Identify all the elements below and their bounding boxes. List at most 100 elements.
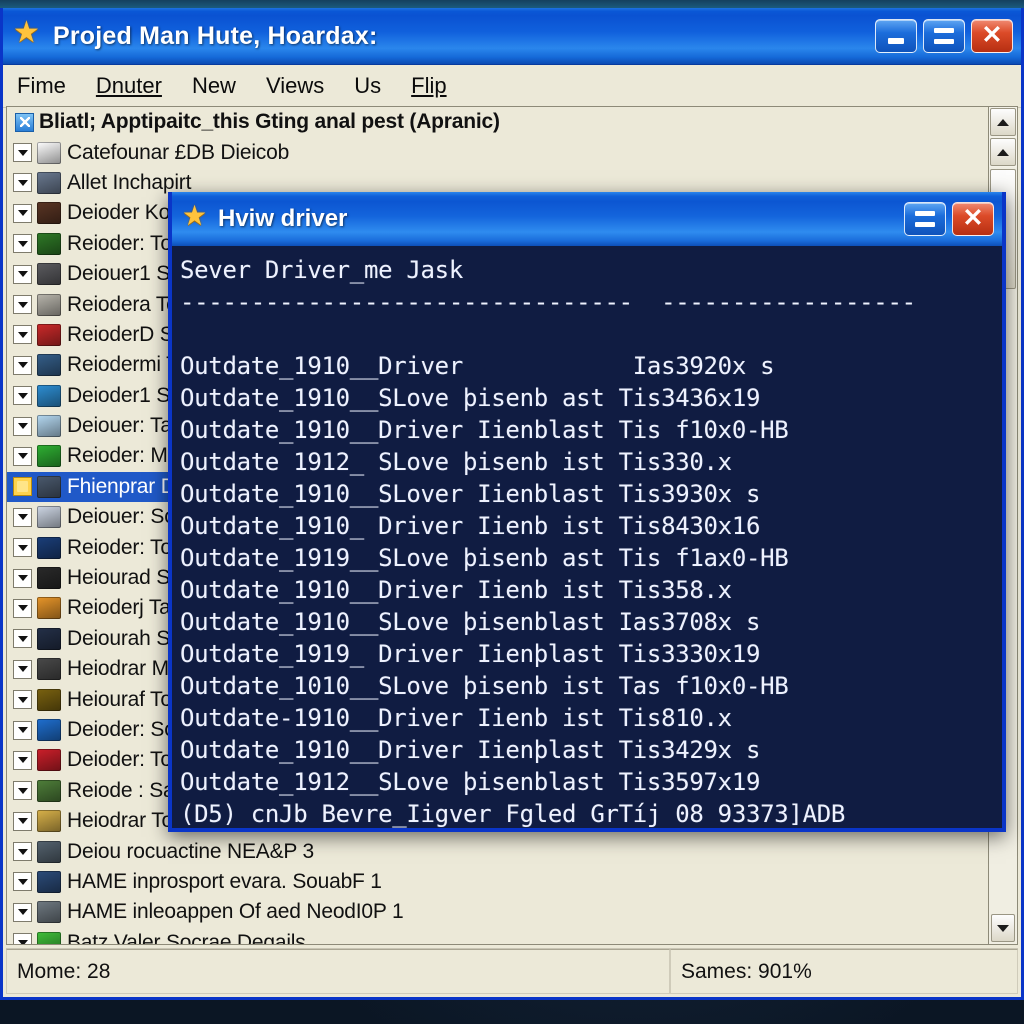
item-icon: [37, 901, 61, 924]
item-icon: [37, 171, 61, 194]
tree-header-row[interactable]: Bliatl; Apptipaitc_this Gting anal pest …: [7, 107, 988, 137]
item-icon: [37, 810, 61, 833]
item-icon: [37, 384, 61, 407]
item-icon: [37, 415, 61, 438]
menu-item-us[interactable]: Us: [354, 73, 381, 99]
list-item-label: HAME inleoappen Of aed NeodI0P 1: [67, 900, 404, 924]
item-icon: [37, 567, 61, 590]
expand-toggle[interactable]: [13, 598, 32, 618]
chevron-up-icon: [997, 148, 1009, 156]
item-icon: [37, 627, 61, 650]
expand-toggle[interactable]: [13, 173, 32, 193]
status-left: Mome: 28: [6, 949, 670, 994]
list-item[interactable]: HAME inleoappen Of aed NeodI0P 1: [7, 897, 988, 927]
status-right: Sames: 901%: [670, 949, 1018, 994]
list-item[interactable]: Batz Valer Socrae Degails: [7, 928, 988, 945]
expand-toggle[interactable]: [13, 295, 32, 315]
close-button[interactable]: ✕: [971, 19, 1013, 53]
expand-toggle[interactable]: [13, 446, 32, 466]
menubar: Fime Dnuter New Views Us Flip: [3, 65, 1021, 108]
expand-toggle[interactable]: [13, 538, 32, 558]
list-item-label: HAME inprosport evara. SouabF 1: [67, 869, 382, 893]
scroll-up-button-2[interactable]: [990, 138, 1016, 166]
menu-item-dnuter[interactable]: Dnuter: [96, 73, 162, 99]
console-line: -------------------------------- -------…: [180, 288, 916, 316]
minimize-icon: [888, 38, 904, 44]
expand-toggle[interactable]: [13, 690, 32, 710]
expand-toggle[interactable]: [13, 203, 32, 223]
scroll-down-button[interactable]: [991, 914, 1015, 942]
expand-toggle[interactable]: [13, 234, 32, 254]
scroll-up-button[interactable]: [990, 108, 1016, 136]
expand-toggle[interactable]: [13, 143, 32, 163]
dialog-close-button[interactable]: ✕: [952, 202, 994, 236]
expand-toggle[interactable]: [13, 781, 32, 801]
item-icon: [37, 141, 61, 164]
main-titlebar[interactable]: ★ Projed Man Hute, Hoardax: ✕: [3, 8, 1021, 65]
expand-toggle[interactable]: [13, 872, 32, 892]
expand-toggle[interactable]: [13, 902, 32, 922]
menu-item-views[interactable]: Views: [266, 73, 324, 99]
star-icon: ★: [13, 16, 40, 49]
expand-toggle[interactable]: [13, 416, 32, 436]
item-icon: [37, 779, 61, 802]
item-icon: [37, 293, 61, 316]
expand-toggle[interactable]: [13, 659, 32, 679]
console-line: Outdate_1910__Driver Iienþlast Tis3429x …: [180, 736, 761, 764]
console-line: Outdate_1910__Driver Iienblast Tis f10x0…: [180, 416, 789, 444]
expand-toggle[interactable]: [13, 507, 32, 527]
item-icon: [37, 354, 61, 377]
console-line: Outdate 1912_ SLove þisenb ist Tis330.x: [180, 448, 732, 476]
item-icon: [37, 749, 61, 772]
restore-icon: [915, 211, 935, 227]
dialog-title: Hviw driver: [218, 205, 348, 232]
item-icon: [37, 445, 61, 468]
dialog-titlebar[interactable]: ★ Hviw driver ✕: [172, 192, 1002, 247]
checkbox[interactable]: [15, 112, 34, 132]
item-icon: [37, 658, 61, 681]
item-icon: [37, 536, 61, 559]
item-icon: [37, 263, 61, 286]
menu-item-flip[interactable]: Flip: [411, 73, 446, 99]
expand-toggle[interactable]: [13, 568, 32, 588]
item-icon: [37, 506, 61, 529]
item-icon: [37, 475, 61, 498]
list-item-label: Batz Valer Socrae Degails: [67, 930, 306, 945]
expand-toggle[interactable]: [13, 386, 32, 406]
close-icon: ✕: [981, 20, 1003, 49]
console-line: Outdate_1919__SLove þisenb ast Tis f1ax0…: [180, 544, 789, 572]
list-item[interactable]: HAME inprosport evara. SouabF 1: [7, 867, 988, 897]
window-title: Projed Man Hute, Hoardax:: [53, 21, 378, 50]
expand-toggle[interactable]: [13, 629, 32, 649]
console-line: Outdate_1910__Driver Iienb ist Tis358.x: [180, 576, 732, 604]
list-item[interactable]: Deiou rocuactine NEA&P 3: [7, 836, 988, 866]
item-icon: [37, 870, 61, 893]
tree-header-label: Bliatl; Apptipaitc_this Gting anal pest …: [39, 110, 500, 134]
dialog-controls: ✕: [904, 202, 994, 236]
expand-toggle[interactable]: [13, 264, 32, 284]
item-icon: [37, 597, 61, 620]
list-item[interactable]: Catefounar £DB Dieicob: [7, 137, 988, 167]
expand-toggle[interactable]: [13, 325, 32, 345]
console-line: Sever Driver_me Jask: [180, 256, 463, 284]
chevron-down-icon: [997, 924, 1009, 932]
menu-item-file[interactable]: Fime: [17, 73, 66, 99]
item-icon: [37, 202, 61, 225]
console-line: Outdate_1910_ Driver Iienb ist Tis8430x1…: [180, 512, 761, 540]
minimize-button[interactable]: [875, 19, 917, 53]
console-line: Outdate_1919_ Driver Iienþlast Tis3330x1…: [180, 640, 761, 668]
menu-item-new[interactable]: New: [192, 73, 236, 99]
expand-toggle[interactable]: [13, 933, 32, 944]
expand-toggle[interactable]: [13, 750, 32, 770]
console-line: Outdate-1910__Driver Iienb ist Tis810.x: [180, 704, 732, 732]
expand-toggle[interactable]: [13, 355, 32, 375]
expand-toggle[interactable]: [13, 477, 32, 497]
list-item-label: Deiou rocuactine NEA&P 3: [67, 839, 314, 863]
expand-toggle[interactable]: [13, 811, 32, 831]
expand-toggle[interactable]: [13, 720, 32, 740]
item-icon: [37, 931, 61, 944]
dialog-restore-button[interactable]: [904, 202, 946, 236]
expand-toggle[interactable]: [13, 842, 32, 862]
restore-button[interactable]: [923, 19, 965, 53]
chevron-up-icon: [997, 118, 1009, 126]
